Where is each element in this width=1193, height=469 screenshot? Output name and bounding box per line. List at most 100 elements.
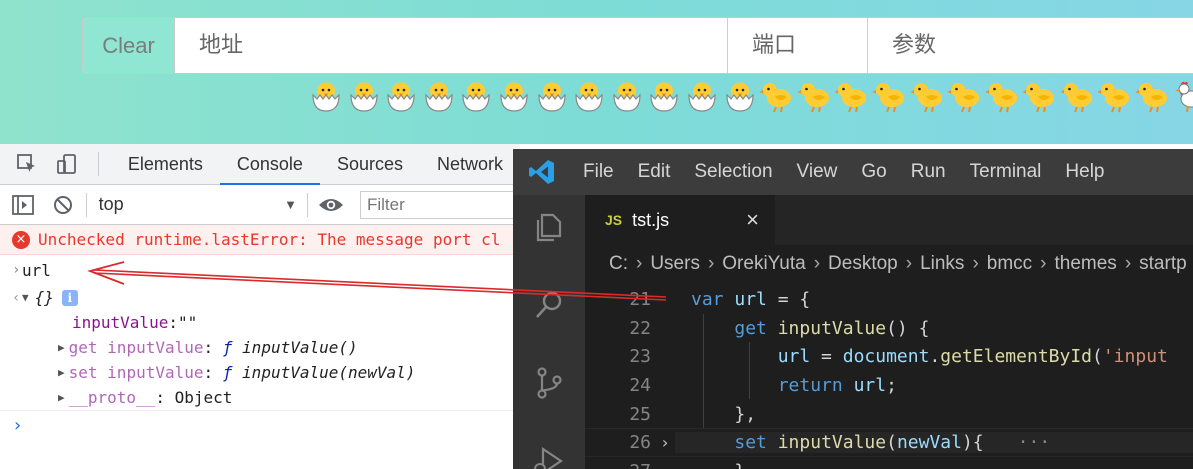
getter-prefix: get xyxy=(68,338,98,357)
breadcrumb-chevron-icon: › xyxy=(972,253,979,274)
code-token: () { xyxy=(886,317,930,339)
breadcrumb-item[interactable]: bmcc xyxy=(987,253,1032,275)
chick-chick-icon xyxy=(1097,78,1133,114)
breadcrumb-item[interactable]: startp xyxy=(1139,253,1187,275)
code-token: } xyxy=(734,461,745,469)
params-input[interactable] xyxy=(868,18,1193,73)
menu-terminal[interactable]: Terminal xyxy=(958,161,1054,183)
breadcrumb-item[interactable]: OrekiYuta xyxy=(722,253,805,275)
tab-network[interactable]: Network xyxy=(420,144,520,185)
setter-prefix: set xyxy=(68,363,98,382)
clear-console-icon[interactable] xyxy=(50,192,76,218)
rooster-chick-icon xyxy=(1173,78,1193,114)
breadcrumb-item[interactable]: Users xyxy=(650,253,700,275)
property-setter[interactable]: ▶ set inputValue: ƒ inputValue(newVal) xyxy=(0,360,520,385)
console-input-text: url xyxy=(22,260,51,280)
chick-chick-icon xyxy=(985,78,1021,114)
input-chevron-icon: › xyxy=(12,262,21,278)
breadcrumb-item[interactable]: Desktop xyxy=(828,253,898,275)
property-getter[interactable]: ▶ get inputValue: ƒ inputValue() xyxy=(0,335,520,360)
chick-chick-icon xyxy=(947,78,983,114)
vscode-window: File Edit Selection View Go Run Terminal… xyxy=(513,149,1193,469)
breadcrumb-item[interactable]: C: xyxy=(609,253,628,275)
breadcrumb-item[interactable]: themes xyxy=(1055,253,1117,275)
chick-progress-row xyxy=(308,78,1193,114)
menu-go[interactable]: Go xyxy=(849,161,898,183)
console-result-row[interactable]: ‹ ▼ {} i xyxy=(0,285,520,310)
code-line: 27 } xyxy=(585,457,1193,469)
source-control-icon[interactable] xyxy=(531,365,567,401)
code-line: 25 }, xyxy=(585,400,1193,429)
chick-chick-icon xyxy=(1060,78,1096,114)
code-token: return xyxy=(777,374,843,396)
tab-elements[interactable]: Elements xyxy=(111,144,220,185)
hatching-chick-icon xyxy=(308,78,344,114)
code-token: ){ xyxy=(961,432,984,454)
code-token: }, xyxy=(734,403,757,425)
menu-selection[interactable]: Selection xyxy=(682,161,784,183)
tab-console[interactable]: Console xyxy=(219,144,320,185)
code-line: 22 get inputValue() { xyxy=(585,314,1193,343)
info-icon[interactable]: i xyxy=(61,289,78,306)
context-selector[interactable]: top ▼ xyxy=(99,194,297,215)
tab-tst-js[interactable]: JS tst.js × xyxy=(585,195,775,245)
collapse-triangle-icon[interactable]: ▶ xyxy=(58,366,65,379)
chick-chick-icon xyxy=(759,78,795,114)
menu-edit[interactable]: Edit xyxy=(626,161,683,183)
line-number: 24 xyxy=(629,374,651,396)
code-token: ( xyxy=(886,432,897,454)
chick-chick-icon xyxy=(834,78,870,114)
webpage-area: Clear xyxy=(0,0,1193,144)
close-icon[interactable]: × xyxy=(746,207,759,233)
breadcrumb-chevron-icon: › xyxy=(707,253,715,274)
request-bar: Clear xyxy=(82,17,1193,74)
address-input[interactable] xyxy=(175,18,728,73)
code-token: inputValue xyxy=(777,317,887,339)
menu-file[interactable]: File xyxy=(571,161,626,183)
breadcrumb-item[interactable]: Links xyxy=(920,253,964,275)
property-proto[interactable]: ▶ __proto__: Object xyxy=(0,385,520,410)
line-number: 25 xyxy=(629,403,651,425)
code-line-current: 26 › set inputValue(newVal){··· xyxy=(585,428,1193,458)
menu-help[interactable]: Help xyxy=(1053,161,1116,183)
setter-key: inputValue xyxy=(107,363,204,382)
explorer-icon[interactable] xyxy=(531,209,567,245)
expand-triangle-icon[interactable]: ▼ xyxy=(22,291,29,304)
more-actions-icon[interactable]: ··· xyxy=(1018,432,1051,453)
code-token: getElementById xyxy=(940,346,1092,368)
collapse-triangle-icon[interactable]: ▶ xyxy=(58,391,65,404)
function-symbol: ƒ xyxy=(222,338,233,357)
hatching-chick-icon xyxy=(684,78,720,114)
show-sidebar-icon[interactable] xyxy=(10,192,36,218)
code-token: 'input xyxy=(1102,346,1168,368)
hatching-chick-icon xyxy=(609,78,645,114)
search-icon[interactable] xyxy=(531,287,567,323)
console-toolbar: top ▼ xyxy=(0,185,520,225)
code-token: newVal xyxy=(896,432,962,454)
inspect-element-icon[interactable] xyxy=(14,151,40,177)
toolbar-divider xyxy=(307,192,308,217)
collapse-triangle-icon[interactable]: ▶ xyxy=(58,341,65,354)
code-line: 21 var url = { xyxy=(585,285,1193,314)
chick-chick-icon xyxy=(1022,78,1058,114)
getter-key: inputValue xyxy=(107,338,204,357)
fold-chevron-icon[interactable]: › xyxy=(655,433,675,452)
code-editor[interactable]: 21 var url = { 22 get inputValue() { 23 … xyxy=(585,285,1193,469)
device-toolbar-icon[interactable] xyxy=(54,151,80,177)
code-token: document xyxy=(842,346,930,368)
port-input[interactable] xyxy=(728,18,868,73)
console-error-row: × Unchecked runtime.lastError: The messa… xyxy=(0,225,520,255)
console-filter-input[interactable] xyxy=(359,190,520,219)
toolbar-divider xyxy=(85,192,87,217)
eye-icon[interactable] xyxy=(318,192,344,218)
code-line: 24 return url; xyxy=(585,371,1193,400)
tab-sources[interactable]: Sources xyxy=(320,144,420,185)
clear-button[interactable]: Clear xyxy=(83,18,175,73)
run-debug-icon[interactable] xyxy=(531,443,567,469)
activity-bar xyxy=(513,195,585,469)
chick-chick-icon xyxy=(910,78,946,114)
menu-run[interactable]: Run xyxy=(899,161,958,183)
editor-tabs: JS tst.js × xyxy=(585,195,1193,245)
console-prompt[interactable]: › xyxy=(0,410,520,440)
menu-view[interactable]: View xyxy=(785,161,850,183)
